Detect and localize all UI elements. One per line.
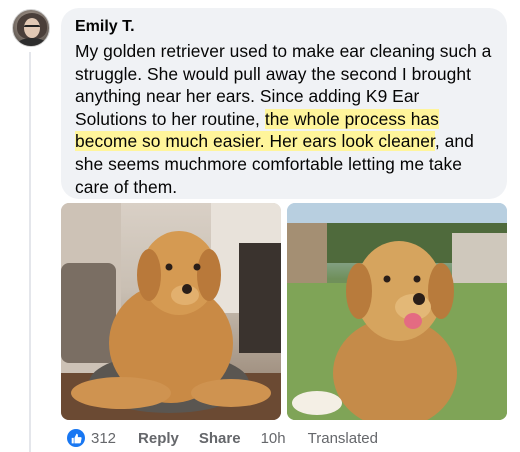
comment-photo-outdoor-dog[interactable] (287, 203, 507, 420)
avatar[interactable] (12, 9, 50, 47)
author-name[interactable]: Emily T. (75, 16, 495, 38)
share-button[interactable]: Share (199, 430, 241, 447)
comment-actions: 312 Reply Share 10h Translated (67, 425, 378, 451)
comment-bubble: Emily T. My golden retriever used to mak… (61, 8, 507, 199)
reaction-count[interactable]: 312 (91, 430, 116, 447)
comment-text: My golden retriever used to make ear cle… (75, 40, 495, 198)
thread-line (29, 52, 31, 452)
thumbs-up-icon[interactable] (67, 429, 85, 447)
translated-label[interactable]: Translated (308, 430, 378, 447)
reply-button[interactable]: Reply (138, 430, 179, 447)
comment-photo-indoor-dog[interactable] (61, 203, 281, 420)
timestamp[interactable]: 10h (261, 430, 286, 447)
